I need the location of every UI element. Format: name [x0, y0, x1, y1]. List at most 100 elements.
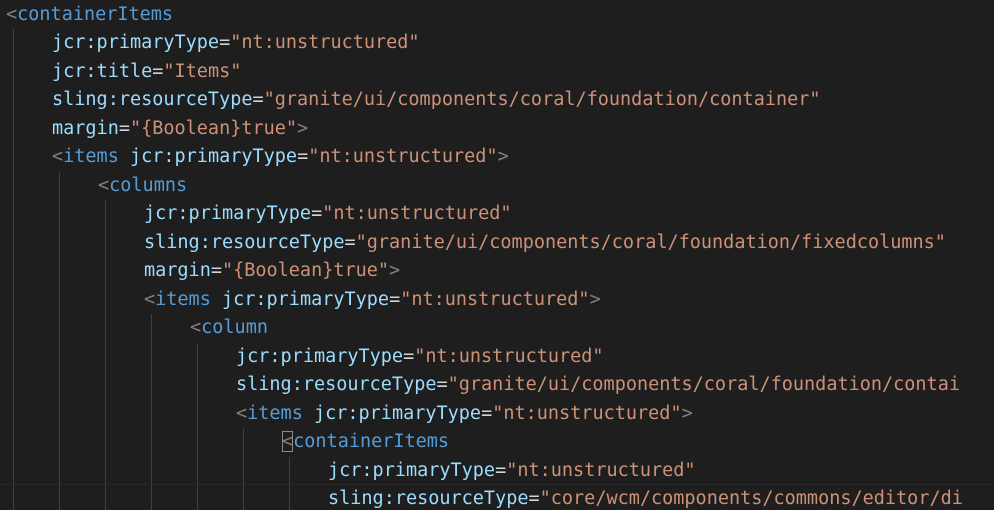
- indent-guide: [59, 428, 60, 457]
- indent-guide: [151, 371, 152, 400]
- bracket-token: <: [52, 146, 64, 167]
- code-line[interactable]: jcr:primaryType="nt:unstructured": [0, 29, 994, 58]
- code-text: jcr:primaryType="nt:unstructured": [52, 29, 420, 58]
- punct-token: [119, 146, 130, 167]
- code-line[interactable]: jcr:primaryType="nt:unstructured": [0, 200, 994, 229]
- code-line[interactable]: jcr:title="Items": [0, 57, 994, 87]
- code-line[interactable]: jcr:primaryType="nt:unstructured": [0, 456, 994, 485]
- indent-guide: [105, 485, 106, 510]
- indent-guide: [151, 314, 152, 343]
- code-text: margin="{Boolean}true">: [144, 257, 400, 286]
- attribute-token: jcr:primaryType: [144, 203, 312, 224]
- indent-guide: [151, 456, 152, 485]
- code-text: jcr:primaryType="nt:unstructured": [144, 200, 512, 229]
- indent-guide: [197, 371, 198, 400]
- indent-guide: [59, 257, 60, 286]
- indent-guide: [13, 143, 14, 172]
- attribute-token: margin: [52, 117, 119, 139]
- indent-guide: [151, 428, 152, 457]
- punct-token: =: [252, 89, 264, 110]
- bracket-token: >: [297, 117, 309, 139]
- indent-guide: [105, 371, 106, 400]
- code-line[interactable]: <columns: [0, 171, 994, 200]
- indent-guide: [105, 228, 106, 257]
- tag-token: items: [63, 146, 119, 167]
- attribute-token: sling:resourceType: [144, 231, 345, 253]
- indent-guide: [59, 485, 60, 510]
- indent-guide: [13, 29, 14, 58]
- indent-guide: [59, 342, 60, 371]
- indent-guide: [105, 257, 106, 286]
- code-line[interactable]: sling:resourceType="granite/ui/component…: [0, 371, 994, 400]
- attribute-token: jcr:primaryType: [236, 345, 404, 367]
- indent-guide: [13, 314, 14, 343]
- string-token: "nt:unstructured": [492, 402, 682, 424]
- indent-guide: [151, 485, 152, 510]
- attribute-token: jcr:primaryType: [52, 32, 220, 53]
- indent-guide: [59, 200, 60, 229]
- code-text: <items jcr:primaryType="nt:unstructured"…: [236, 400, 693, 429]
- indent-guide: [59, 171, 60, 200]
- attribute-token: margin: [144, 260, 211, 281]
- indent-guide: [105, 314, 106, 343]
- tag-token: containerItems: [293, 431, 450, 452]
- indent-guide: [59, 228, 60, 257]
- indent-guide: [13, 399, 14, 428]
- indent-guide: [13, 456, 14, 485]
- bracket-token: <: [144, 288, 156, 310]
- punct-token: =: [210, 260, 222, 281]
- code-line[interactable]: <containerItems: [0, 428, 994, 457]
- code-text: <containerItems: [6, 1, 173, 30]
- code-line[interactable]: <items jcr:primaryType="nt:unstructured"…: [0, 399, 994, 429]
- tag-token: items: [247, 402, 303, 424]
- code-editor[interactable]: <containerItems jcr:primaryType="nt:unstr…: [0, 0, 994, 510]
- indent-guide: [13, 285, 14, 314]
- string-token: "granite/ui/components/coral/foundation/…: [447, 374, 960, 395]
- code-line[interactable]: jcr:primaryType="nt:unstructured": [0, 342, 994, 372]
- string-token: "nt:unstructured": [506, 459, 696, 481]
- code-line[interactable]: <items jcr:primaryType="nt:unstructured"…: [0, 285, 994, 314]
- code-line[interactable]: <containerItems: [0, 1, 994, 30]
- code-text: jcr:primaryType="nt:unstructured": [236, 343, 604, 372]
- code-text: margin="{Boolean}true">: [52, 115, 308, 144]
- bracket-token: >: [497, 146, 509, 167]
- string-token: "nt:unstructured": [400, 288, 590, 310]
- bracket-token: >: [389, 260, 401, 281]
- code-text: jcr:title="Items": [52, 58, 241, 87]
- indent-guide: [105, 456, 106, 485]
- attribute-token: jcr:primaryType: [221, 288, 390, 310]
- indent-guide: [197, 428, 198, 457]
- punct-token: =: [152, 60, 164, 82]
- string-token: "granite/ui/components/coral/foundation/…: [263, 89, 821, 110]
- code-text: sling:resourceType="granite/ui/component…: [144, 229, 946, 258]
- code-line[interactable]: sling:resourceType="granite/ui/component…: [0, 86, 994, 115]
- punct-token: =: [297, 146, 309, 167]
- punct-token: [303, 403, 314, 424]
- code-line[interactable]: sling:resourceType="core/wcm/components/…: [0, 485, 994, 510]
- code-line[interactable]: margin="{Boolean}true">: [0, 114, 994, 144]
- punct-token: =: [219, 32, 231, 53]
- string-token: "nt:unstructured": [230, 32, 420, 53]
- indent-guide: [13, 114, 14, 143]
- attribute-token: sling:resourceType: [328, 488, 529, 509]
- punct-token: =: [389, 288, 401, 310]
- bracket-token: <: [190, 317, 202, 338]
- indent-guide: [243, 485, 244, 510]
- indent-guide: [105, 399, 106, 428]
- punct-token: =: [495, 459, 507, 481]
- attribute-token: jcr:title: [52, 60, 153, 82]
- indent-guide: [13, 257, 14, 286]
- current-line-highlight: [0, 484, 994, 485]
- punct-token: =: [436, 374, 448, 395]
- indent-guide: [105, 342, 106, 371]
- code-line[interactable]: <column: [0, 314, 994, 343]
- indent-guide: [289, 456, 290, 485]
- code-line[interactable]: sling:resourceType="granite/ui/component…: [0, 228, 994, 258]
- indent-guide: [197, 399, 198, 428]
- attribute-token: sling:resourceType: [236, 374, 437, 395]
- code-line[interactable]: <items jcr:primaryType="nt:unstructured"…: [0, 143, 994, 172]
- string-token: "nt:unstructured": [322, 203, 512, 224]
- code-line[interactable]: margin="{Boolean}true">: [0, 257, 994, 286]
- indent-guide: [105, 200, 106, 229]
- indent-guide: [13, 57, 14, 86]
